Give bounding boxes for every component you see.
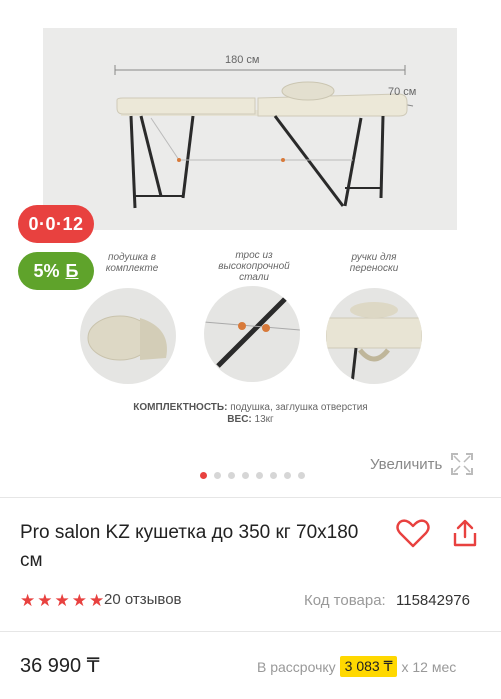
pagination-dot[interactable]	[228, 472, 235, 479]
pagination-dot[interactable]	[256, 472, 263, 479]
pagination-dot[interactable]	[298, 472, 305, 479]
installment-info[interactable]: В рассрочку 3 083 ₸ х 12 мес	[257, 656, 456, 677]
reviews-link[interactable]: 20 отзывов	[104, 591, 182, 608]
spec-completeness-value: подушка, заглушка отверстия	[227, 402, 368, 413]
zoom-label: Увеличить	[370, 455, 443, 473]
installment-prefix: В рассрочку	[257, 658, 336, 675]
feature-image-pillow	[80, 288, 176, 384]
spec-completeness: КОМПЛЕКТНОСТЬ: подушка, заглушка отверст…	[0, 402, 501, 413]
sku-label: Код товара:	[304, 592, 386, 609]
star-icon: ★	[54, 591, 70, 610]
divider	[0, 631, 501, 632]
spec-weight: ВЕС: 13кг	[0, 414, 501, 425]
pagination-dot[interactable]	[284, 472, 291, 479]
star-icon: ★	[71, 591, 87, 610]
pagination-dot[interactable]	[270, 472, 277, 479]
pagination-dot[interactable]	[242, 472, 249, 479]
gallery-pagination[interactable]	[200, 472, 305, 479]
feature-image-cable	[204, 286, 300, 382]
feature-caption-pillow: подушка в комплекте	[105, 252, 159, 274]
installment-amount: 3 083 ₸	[339, 656, 398, 677]
bonus-letter: Б	[65, 260, 79, 281]
spec-weight-value: 13кг	[251, 414, 274, 425]
bonus-percent: 5%	[33, 260, 60, 281]
expand-icon	[451, 453, 474, 475]
product-gallery[interactable]: 180 см 70 см 0·0·12 5% Б подушка в компл…	[0, 0, 501, 497]
feature-caption-handles: ручки для переноски	[349, 252, 399, 274]
feature-image-handles	[326, 288, 422, 384]
product-main-image[interactable]: 180 см 70 см	[43, 28, 457, 230]
feature-caption-cable: трос из высокопрочной стали	[218, 250, 290, 283]
rating-stars: ★ ★ ★ ★ ★	[20, 591, 104, 611]
zoom-button[interactable]: Увеличить	[370, 452, 474, 476]
star-icon: ★	[20, 591, 36, 610]
pagination-dot[interactable]	[214, 472, 221, 479]
spec-weight-label: ВЕС:	[227, 414, 252, 425]
pagination-dot[interactable]	[200, 472, 207, 479]
timer-badge: 0·0·12	[18, 205, 94, 243]
price: 36 990 ₸	[20, 655, 100, 677]
installment-suffix: х 12 мес	[401, 658, 457, 675]
dimension-length-label: 180 см	[225, 54, 260, 66]
share-icon[interactable]	[452, 518, 478, 548]
spec-completeness-label: КОМПЛЕКТНОСТЬ:	[133, 402, 228, 413]
bonus-badge: 5% Б	[18, 252, 94, 290]
product-title: Pro salon KZ кушетка до 350 кг 70х180 см	[20, 522, 359, 571]
timer-badge-label: 0·0·12	[28, 213, 84, 234]
star-icon: ★	[37, 591, 53, 610]
divider	[0, 497, 501, 498]
heart-icon[interactable]	[396, 519, 430, 549]
sku-value: 115842976	[396, 592, 470, 609]
star-icon: ★	[89, 591, 105, 610]
dimension-width-label: 70 см	[388, 86, 417, 98]
